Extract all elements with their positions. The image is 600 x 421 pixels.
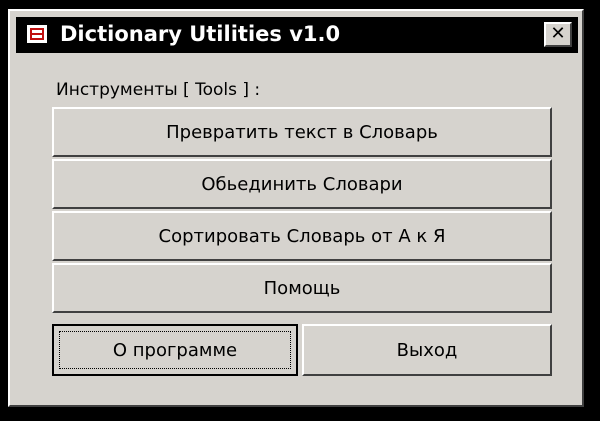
focus-ring — [59, 331, 291, 369]
button-label: Обьединить Словари — [201, 173, 403, 195]
about-button[interactable]: О программе — [52, 324, 298, 376]
sort-dictionary-button[interactable]: Сортировать Словарь от А к Я — [52, 211, 552, 261]
app-window: Dictionary Utilities v1.0 ✕ Инструменты … — [8, 9, 584, 407]
title-bar[interactable]: Dictionary Utilities v1.0 ✕ — [16, 17, 578, 53]
exit-button[interactable]: Выход — [302, 324, 552, 376]
button-label: Выход — [396, 339, 458, 361]
button-label: Сортировать Словарь от А к Я — [158, 225, 446, 247]
dictionary-app-icon[interactable] — [26, 24, 48, 44]
button-label: Помощь — [263, 277, 341, 299]
button-label: Превратить текст в Словарь — [166, 121, 438, 143]
tools-section-label: Инструменты [ Tools ] : — [56, 80, 261, 100]
help-button[interactable]: Помощь — [52, 263, 552, 313]
window-title: Dictionary Utilities v1.0 — [60, 22, 341, 46]
app-icon-bar — [32, 33, 42, 35]
close-button[interactable]: ✕ — [544, 22, 572, 47]
merge-dictionaries-button[interactable]: Обьединить Словари — [52, 159, 552, 209]
close-icon: ✕ — [550, 23, 566, 44]
text-to-dictionary-button[interactable]: Превратить текст в Словарь — [52, 107, 552, 157]
